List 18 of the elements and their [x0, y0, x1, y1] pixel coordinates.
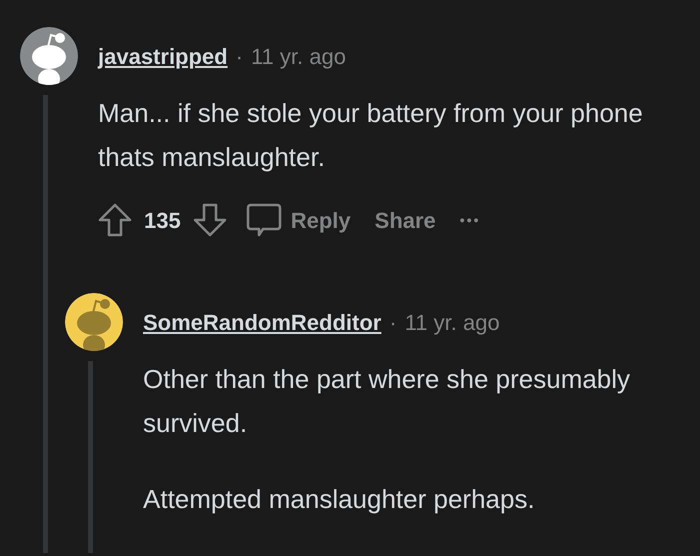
separator-dot: ·: [236, 42, 243, 70]
more-options-button[interactable]: •••: [454, 210, 487, 230]
comment-text: Attempted manslaughter perhaps.: [143, 483, 536, 516]
username-link[interactable]: javastripped: [98, 40, 228, 72]
upvote-icon[interactable]: [98, 203, 132, 237]
vote-count: 135: [144, 206, 181, 234]
username-link[interactable]: SomeRandomRedditor: [143, 306, 382, 338]
downvote-icon[interactable]: [192, 203, 227, 237]
comment-text: Other than the part where she presumably survived.: [143, 363, 632, 440]
separator-dot: ·: [389, 308, 397, 336]
comment-text: Man... if she stole your battery from your phone thats manslaughter.: [98, 97, 644, 174]
reply-button[interactable]: Reply: [238, 202, 357, 238]
avatar-icon[interactable]: [20, 27, 78, 85]
share-button[interactable]: Share: [368, 204, 442, 236]
timestamp: 11 yr. ago: [404, 308, 500, 337]
avatar-icon[interactable]: [65, 293, 123, 351]
timestamp: 11 yr. ago: [250, 42, 346, 71]
comment-icon: [244, 202, 283, 238]
